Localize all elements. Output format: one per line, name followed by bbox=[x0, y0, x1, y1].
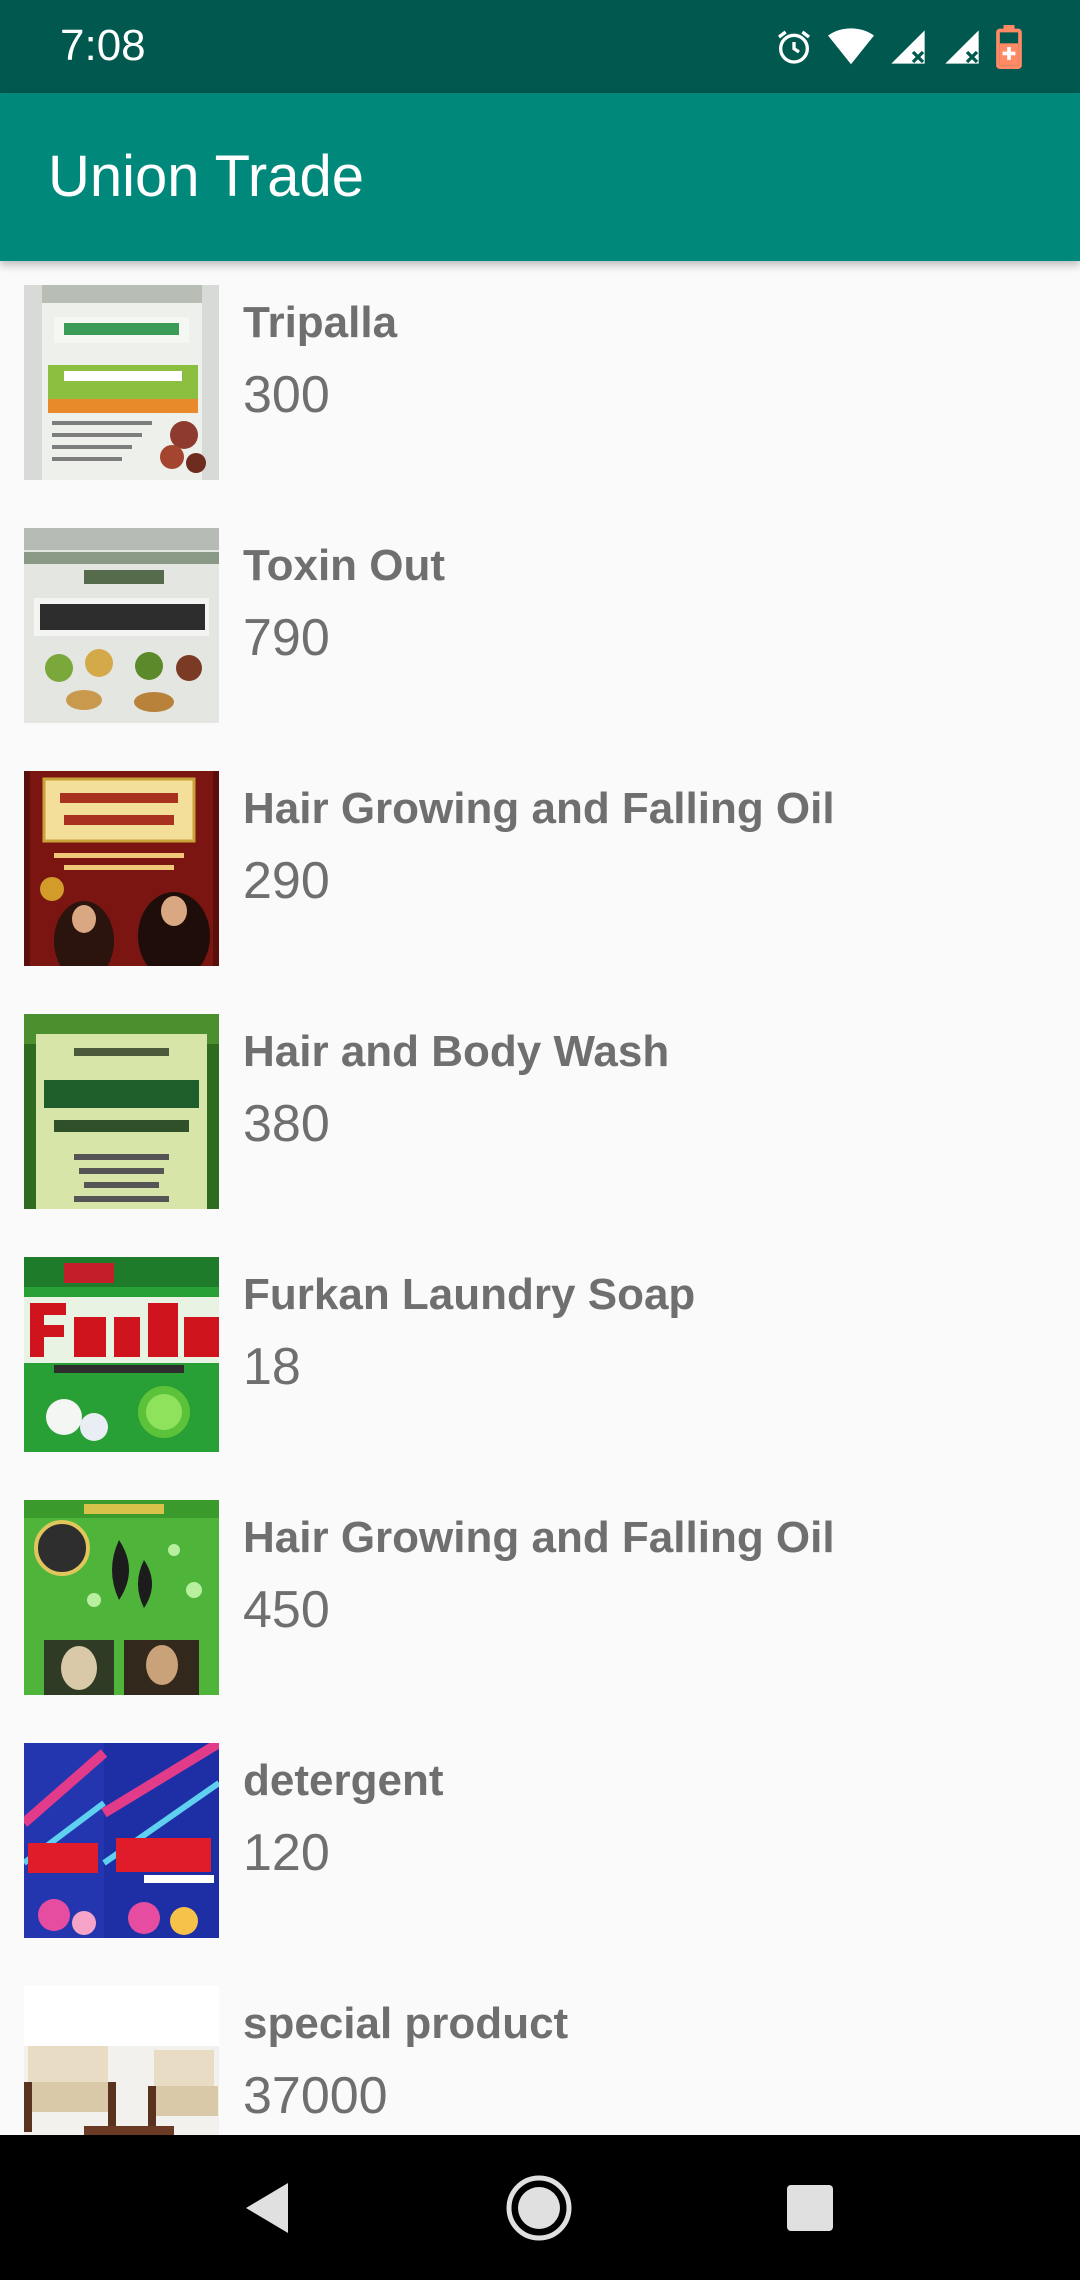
product-name: Hair and Body Wash bbox=[243, 1027, 670, 1076]
product-price: 380 bbox=[243, 1095, 330, 1153]
product-list-item[interactable]: detergent 120 bbox=[0, 1719, 1080, 1962]
product-name: Hair Growing and Falling Oil bbox=[243, 1513, 835, 1562]
product-name: Tripalla bbox=[243, 298, 398, 347]
product-price: 120 bbox=[243, 1824, 330, 1882]
product-price: 18 bbox=[243, 1338, 301, 1396]
product-thumbnail bbox=[24, 1743, 219, 1938]
triphala-jar-image bbox=[24, 285, 219, 480]
recents-icon[interactable] bbox=[773, 2171, 847, 2245]
product-name: detergent bbox=[243, 1756, 444, 1805]
product-thumbnail bbox=[24, 1500, 219, 1695]
app-bar: Union Trade bbox=[0, 93, 1080, 261]
hair-oil-box-image bbox=[24, 771, 219, 966]
product-price: 450 bbox=[243, 1581, 330, 1639]
status-time: 7:08 bbox=[60, 21, 146, 70]
hair-oil-green-box-image bbox=[24, 1500, 219, 1695]
navigation-bar bbox=[0, 2135, 1080, 2280]
app-title: Union Trade bbox=[48, 144, 364, 209]
product-list-item[interactable]: Hair and Body Wash 380 bbox=[0, 990, 1080, 1233]
status-bar: 7:08 bbox=[0, 0, 1080, 93]
product-price: 300 bbox=[243, 366, 330, 424]
home-icon[interactable] bbox=[502, 2171, 576, 2245]
product-price: 790 bbox=[243, 609, 330, 667]
product-thumbnail bbox=[24, 285, 219, 480]
toxin-out-jar-image bbox=[24, 528, 219, 723]
product-thumbnail bbox=[24, 771, 219, 966]
aloe-vera-bottle-image bbox=[24, 1014, 219, 1209]
product-list-item[interactable]: special product 37000 bbox=[0, 1962, 1080, 2135]
product-list-item[interactable]: Hair Growing and Falling Oil 290 bbox=[0, 747, 1080, 990]
product-list-item[interactable]: Hair Growing and Falling Oil 450 bbox=[0, 1476, 1080, 1719]
product-list-item[interactable]: Furkan Laundry Soap 18 bbox=[0, 1233, 1080, 1476]
alarm-icon bbox=[778, 30, 810, 64]
product-thumbnail bbox=[24, 528, 219, 723]
product-thumbnail bbox=[24, 1014, 219, 1209]
battery-icon bbox=[996, 25, 1022, 69]
product-name: Hair Growing and Falling Oil bbox=[243, 784, 835, 833]
product-price: 37000 bbox=[243, 2067, 388, 2125]
product-thumbnail bbox=[24, 1257, 219, 1452]
product-list-item[interactable]: Toxin Out 790 bbox=[0, 504, 1080, 747]
signal-icon bbox=[891, 30, 925, 64]
product-list[interactable]: Tripalla 300 Toxin Out 790 Hair Growing … bbox=[0, 261, 1080, 2135]
wifi-icon bbox=[828, 28, 874, 65]
furkan-soap-pack-image bbox=[24, 1257, 219, 1452]
product-name: special product bbox=[243, 1999, 569, 2048]
product-name: Furkan Laundry Soap bbox=[243, 1270, 696, 1319]
product-list-item[interactable]: Tripalla 300 bbox=[0, 261, 1080, 504]
back-icon[interactable] bbox=[230, 2171, 304, 2245]
furkan-detergent-packs-image bbox=[24, 1743, 219, 1938]
product-price: 290 bbox=[243, 852, 330, 910]
signal-icon bbox=[945, 30, 979, 64]
sofa-set-image bbox=[24, 1986, 219, 2135]
product-name: Toxin Out bbox=[243, 541, 446, 590]
status-icons bbox=[774, 24, 1022, 70]
product-thumbnail bbox=[24, 1986, 219, 2135]
